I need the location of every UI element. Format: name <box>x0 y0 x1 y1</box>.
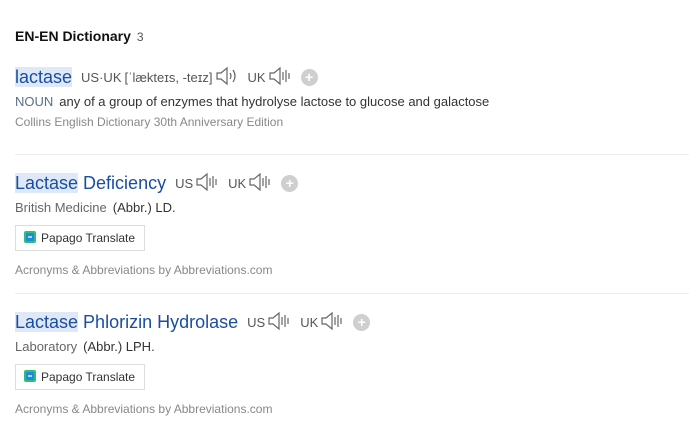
entry-lactase-deficiency: Lactase Deficiency US UK + British Medic… <box>15 170 689 277</box>
headword-link[interactable]: Lactase Deficiency <box>15 172 167 194</box>
translate-label: Papago Translate <box>41 231 136 245</box>
speaker-icon[interactable] <box>268 66 292 89</box>
speaker-icon[interactable] <box>195 172 219 195</box>
result-count: 3 <box>136 30 144 44</box>
entry-headline: lactase US·UK [ˈlækteɪs, -teɪz] UK + <box>15 64 689 90</box>
headword-link[interactable]: Lactase Phlorizin Hydrolase <box>15 311 239 333</box>
entry-lactase-phlorizin-hydrolase: Lactase Phlorizin Hydrolase US UK + Labo… <box>15 309 689 416</box>
headword-highlight: Lactase <box>15 311 79 332</box>
pron-label-us: US <box>175 175 194 191</box>
pron-label-uk: UK <box>247 69 266 85</box>
definition-text: (Abbr.) LD. <box>112 200 176 215</box>
definition-text: (Abbr.) LPH. <box>83 339 155 354</box>
definition-line: British Medicine (Abbr.) LD. <box>15 200 689 215</box>
pronunciation-uk: UK <box>300 311 344 334</box>
speaker-icon[interactable] <box>248 172 272 195</box>
section-title: EN-EN Dictionary <box>15 28 131 44</box>
papago-translate-button[interactable]: Papago Translate <box>15 364 146 390</box>
subject-field: Laboratory <box>15 339 78 354</box>
source-text: Acronyms & Abbreviations by Abbreviation… <box>15 402 273 416</box>
headword-highlight: lactase <box>15 66 73 87</box>
dictionary-panel: EN-EN Dictionary 3 lactase US·UK [ˈlækte… <box>0 0 689 447</box>
papago-logo-icon <box>24 369 36 385</box>
section-header: EN-EN Dictionary 3 <box>15 28 144 44</box>
pron-label-uk: UK <box>228 175 247 191</box>
plus-circle-icon[interactable]: + <box>281 174 299 192</box>
headword-rest: Phlorizin Hydrolase <box>78 311 239 332</box>
entry-headline: Lactase Deficiency US UK + <box>15 170 689 196</box>
definition-line: Laboratory (Abbr.) LPH. <box>15 339 689 354</box>
pronunciation-uk: UK <box>248 66 292 89</box>
pron-label-us-uk: US·UK <box>81 69 122 85</box>
headword-rest: Deficiency <box>78 172 167 193</box>
speaker-icon[interactable] <box>320 311 344 334</box>
divider <box>15 293 689 294</box>
source-text: Acronyms & Abbreviations by Abbreviation… <box>15 263 273 277</box>
pron-label-us: US <box>247 314 266 330</box>
pronunciation-us: US <box>247 311 291 334</box>
source-text: Collins English Dictionary 30th Annivers… <box>15 115 284 129</box>
pron-label-uk: UK <box>300 314 319 330</box>
divider <box>15 154 689 155</box>
papago-logo-icon <box>24 230 36 246</box>
pronunciation-uk: UK <box>228 172 272 195</box>
pronunciation-us-uk: US·UK [ˈlækteɪs, -teɪz] <box>81 66 238 89</box>
translate-label: Papago Translate <box>41 370 136 384</box>
entry-headline: Lactase Phlorizin Hydrolase US UK + <box>15 309 689 335</box>
plus-circle-icon[interactable]: + <box>353 313 371 331</box>
ipa-text: [ˈlækteɪs, -teɪz] <box>124 69 213 85</box>
headword-highlight: Lactase <box>15 172 79 193</box>
speaker-icon[interactable] <box>267 311 291 334</box>
definition-line: NOUN any of a group of enzymes that hydro… <box>15 94 689 109</box>
part-of-speech: NOUN <box>15 94 54 109</box>
entry-lactase: lactase US·UK [ˈlækteɪs, -teɪz] UK + NOU… <box>15 64 689 129</box>
subject-field: British Medicine <box>15 200 107 215</box>
papago-translate-button[interactable]: Papago Translate <box>15 225 146 251</box>
speaker-icon[interactable] <box>215 66 239 89</box>
headword-link[interactable]: lactase <box>15 66 73 88</box>
pronunciation-us: US <box>175 172 219 195</box>
plus-circle-icon[interactable]: + <box>300 68 318 86</box>
definition-text: any of a group of enzymes that hydrolyse… <box>59 94 490 109</box>
